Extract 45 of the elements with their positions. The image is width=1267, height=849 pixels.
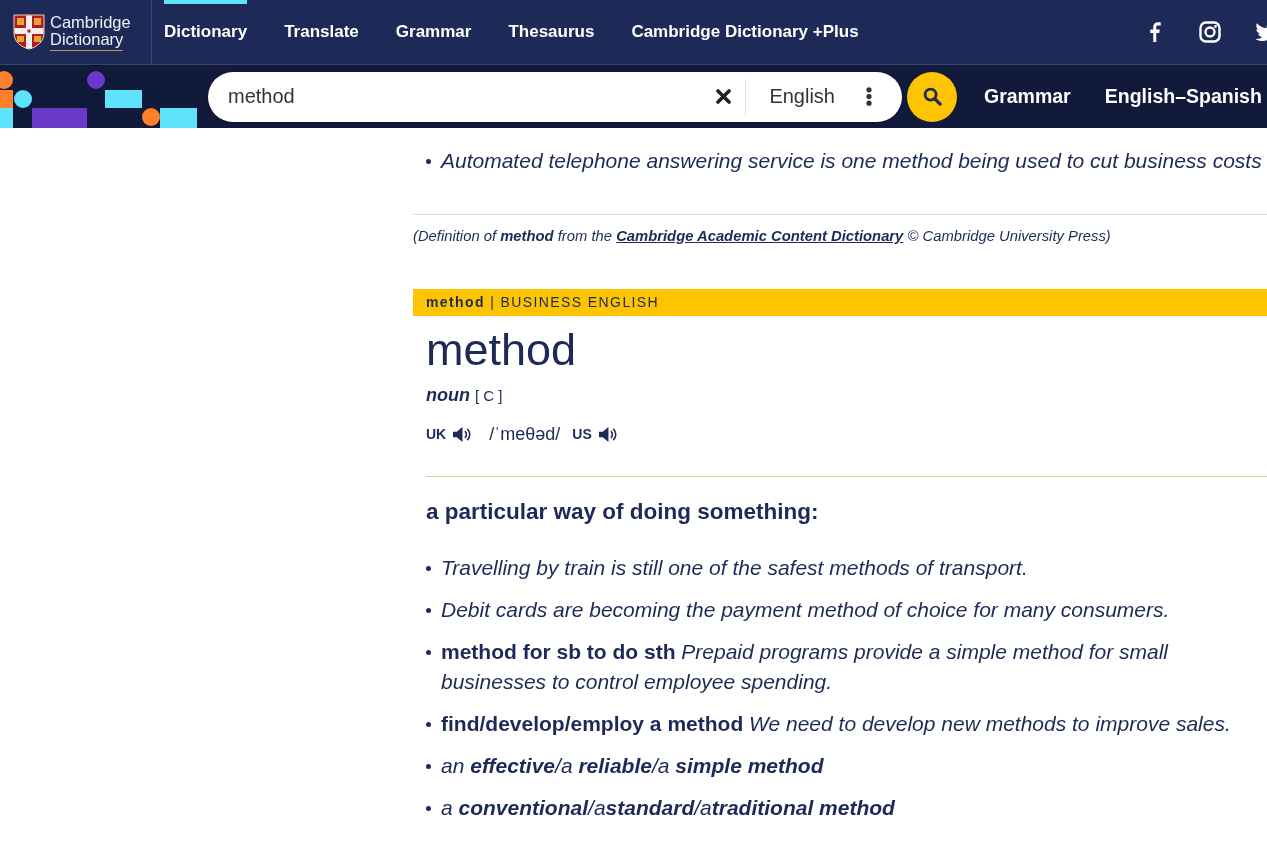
language-selector[interactable]: English xyxy=(746,76,902,117)
bullet-icon xyxy=(426,650,431,655)
nav-tab[interactable]: Grammar xyxy=(395,0,472,64)
kebab-icon xyxy=(866,87,872,106)
headword: method xyxy=(426,324,577,376)
close-icon xyxy=(716,89,732,104)
region-label: US xyxy=(572,426,592,442)
ipa-pronunciation: /ˈmeθəd/ xyxy=(489,423,561,445)
search-bar[interactable]: method English xyxy=(208,71,902,122)
search-button[interactable] xyxy=(907,71,957,122)
nav-tab[interactable]: Thesaurus xyxy=(508,0,595,64)
search-input[interactable]: method xyxy=(208,81,707,112)
dictionary-link[interactable]: Cambridge Academic Content Dictionary xyxy=(616,228,904,244)
part-of-speech: noun xyxy=(426,384,470,407)
section-label: method | BUSINESS ENGLISH xyxy=(413,289,1267,316)
facebook-icon[interactable] xyxy=(1150,22,1161,42)
logo-link[interactable]: Cambridge Dictionary xyxy=(0,0,152,64)
nav-link[interactable]: English–Spanish xyxy=(1104,85,1262,108)
example-sentence: an effective/a reliable/a simple method xyxy=(441,753,824,779)
example-sentence: a conventional/astandard/atraditional method xyxy=(441,795,895,821)
region-label: UK xyxy=(426,426,447,442)
example-sentence: find/develop/employ a method We need to develop new methods to improve sales. xyxy=(441,711,1231,737)
bullet-icon xyxy=(426,608,431,613)
source-note: (Definition of method from the Cambridge Academic Content Dictionary © Cambridge University Press) xyxy=(413,227,1112,246)
nav-tab[interactable]: Cambridge Dictionary +Plus xyxy=(631,0,859,64)
example-sentence: Automated telephone answering service is one method being used to cut business costs xyxy=(441,148,1262,174)
example-sentence: Travelling by train is still one of the safest methods of transport. xyxy=(441,555,1028,581)
bullet-icon xyxy=(426,566,431,571)
nav-tab[interactable]: Translate xyxy=(284,0,359,64)
bullet-icon xyxy=(426,764,431,769)
instagram-icon[interactable] xyxy=(1199,21,1221,43)
grammar-code: [ C ] xyxy=(475,386,503,406)
example-sentence: method for sb to do sth Prepaid programs provide a simple method for small businesses to control employee spending. xyxy=(441,639,1170,695)
bullet-icon xyxy=(426,722,431,727)
search-icon xyxy=(922,87,942,106)
example-sentence: Debit cards are becoming the payment method of choice for many consumers. xyxy=(441,597,1170,623)
bird-icon[interactable] xyxy=(1255,22,1267,42)
nav-link[interactable]: Grammar xyxy=(984,85,1071,108)
speaker-icon[interactable] xyxy=(452,425,472,443)
definition: a particular way of doing something: xyxy=(426,498,819,526)
bullet-icon xyxy=(426,159,431,164)
shield-icon xyxy=(13,14,45,50)
speaker-icon[interactable] xyxy=(597,425,617,443)
bullet-icon xyxy=(426,806,431,811)
clear-button[interactable] xyxy=(716,89,732,104)
